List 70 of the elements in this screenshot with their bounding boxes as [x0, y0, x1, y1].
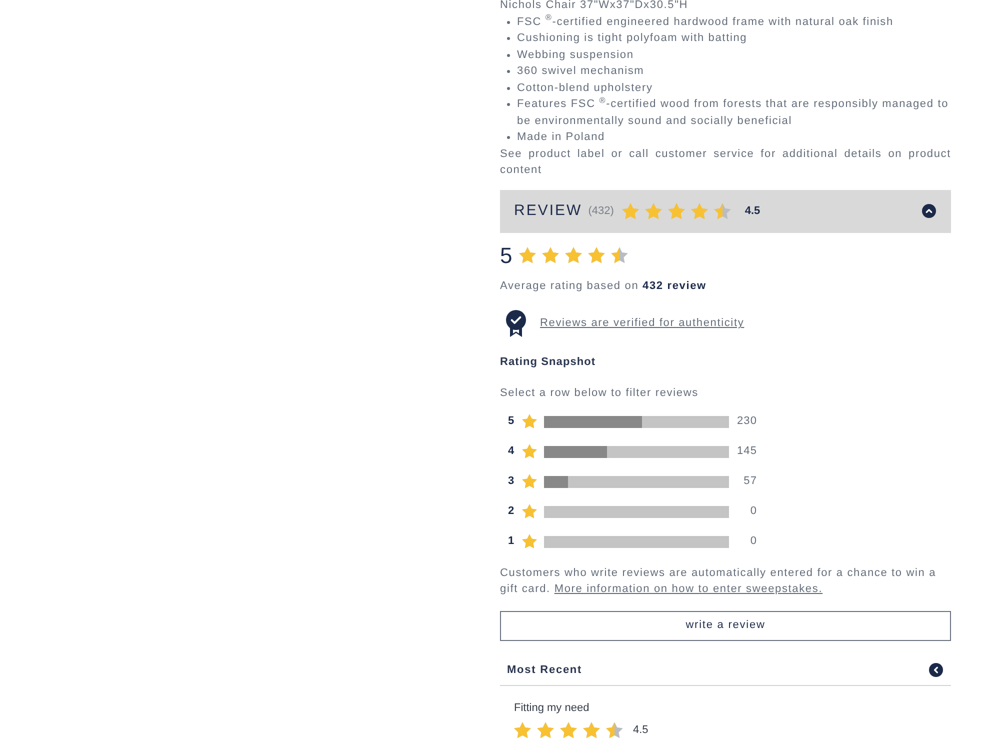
rating-snapshot-heading: Rating Snapshot [500, 354, 597, 370]
review-heading: REVIEW [514, 200, 582, 221]
review-count: (432) [588, 204, 614, 219]
star-icon [583, 722, 600, 739]
verified-reviews-link[interactable]: Reviews are verified for authenticity [540, 315, 744, 332]
feature-text: Cotton-blend upholstery [517, 80, 653, 96]
average-score: 5 [500, 242, 512, 270]
sort-label: Most Recent [507, 662, 582, 678]
feature-text: Made in Poland [517, 130, 605, 145]
feature-text: Cushioning is tight polyfoam with batting [517, 31, 748, 46]
star-icon [522, 444, 537, 459]
rating-count: 0 [749, 504, 757, 520]
chevron-up-icon[interactable] [922, 204, 936, 218]
star-icon [588, 247, 606, 264]
half-star-icon [611, 247, 628, 264]
bullet-icon [507, 37, 510, 40]
write-review-button[interactable]: write a review [500, 610, 951, 640]
sweepstakes-note: Customers who write reviews are automatically entered for a chance to win a gift card. More information on how to enter sweepstakes. [500, 566, 938, 597]
rating-bar-track[interactable] [544, 446, 729, 458]
rating-bar-track[interactable] [544, 506, 729, 518]
rating-count: 145 [736, 444, 757, 460]
star-level-label: 2 [506, 504, 516, 520]
star-icon [537, 722, 554, 739]
product-note: See product label or call customer service for additional details on product content [500, 146, 951, 178]
review-title: Fitting my need [514, 700, 590, 716]
bullet-icon [507, 70, 510, 73]
star-icon [522, 534, 537, 549]
star-icon [522, 474, 537, 489]
rating-value: 4.5 [744, 204, 760, 219]
star-icon [519, 247, 536, 264]
star-icon [522, 414, 537, 429]
review-rating-value: 4.5 [633, 723, 648, 738]
product-title: Nichols Chair 37"Wx37"Dx30.5"H [500, 0, 690, 13]
star-icon [560, 722, 577, 739]
review-header-bar[interactable]: REVIEW (432) 4.5 [500, 190, 951, 232]
star-icon [668, 202, 685, 220]
bullet-icon [507, 103, 510, 106]
star-icon [690, 202, 708, 220]
sort-dropdown[interactable]: Most Recent [500, 656, 951, 686]
half-star-icon [714, 202, 731, 220]
rating-bar-track[interactable] [544, 416, 729, 428]
average-rating-text: Average rating based on 432 review [500, 278, 708, 294]
rating-bar-track[interactable] [544, 536, 729, 548]
half-star-icon [606, 722, 623, 739]
feature-text: 360 swivel mechanism [517, 64, 644, 79]
sweepstakes-link[interactable]: More information on how to enter sweepstakes. [554, 583, 823, 595]
star-icon [622, 202, 639, 220]
filter-hint: Select a row below to filter reviews [500, 386, 700, 400]
bullet-icon [507, 20, 510, 24]
bullet-icon [507, 86, 510, 90]
star-level-label: 1 [506, 534, 516, 550]
star-level-label: 3 [506, 474, 516, 490]
bullet-icon [507, 136, 510, 139]
star-icon [514, 722, 531, 739]
feature-text: Features FSC $^{®}$-certified wood from forests that are responsibly managed to be environmentally sound and socially beneficial [517, 96, 950, 128]
star-icon [644, 202, 662, 220]
feature-text: FSC $^{®}$-certified engineered hardwood frame with natural oak finish [517, 14, 894, 30]
rating-count: 0 [749, 534, 757, 550]
verified-badge-icon [505, 310, 527, 338]
feature-text: Webbing suspension [517, 48, 634, 62]
rating-count: 57 [742, 474, 757, 490]
star-level-label: 4 [506, 444, 516, 460]
chevron-left-icon[interactable] [929, 663, 943, 677]
bullet-icon [507, 54, 510, 56]
star-icon [522, 504, 537, 519]
rating-bar-track[interactable] [544, 476, 729, 488]
star-icon [542, 247, 560, 264]
rating-count: 230 [736, 414, 757, 430]
star-icon [565, 247, 582, 264]
star-level-label: 5 [506, 414, 516, 430]
